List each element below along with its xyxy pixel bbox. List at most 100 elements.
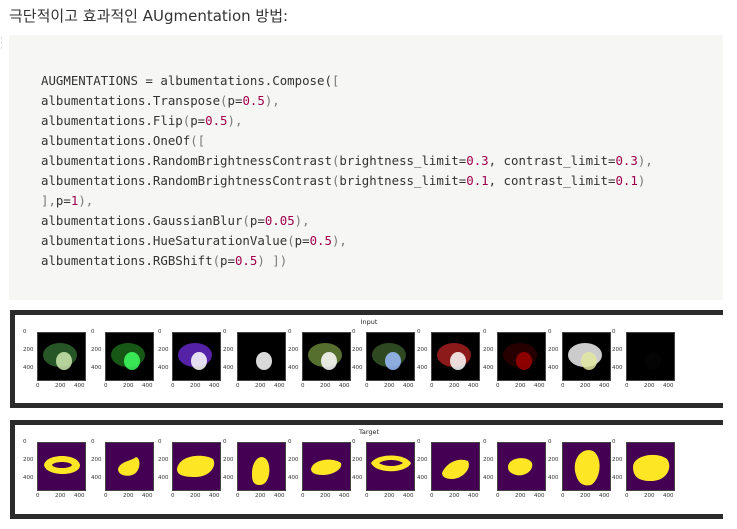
y-tick-label: 0 xyxy=(288,439,292,445)
code-token: ( xyxy=(220,93,228,108)
x-tick-label: 0 xyxy=(171,493,175,499)
y-tick-label: 200 xyxy=(483,457,494,463)
x-tick-label: 200 xyxy=(320,383,331,389)
x-tick-label: 0 xyxy=(561,383,565,389)
x-tick-label: 400 xyxy=(599,493,610,499)
code-token: 0.1 xyxy=(466,173,489,188)
code-block: AUGMENTATIONS = albumentations.Compose([… xyxy=(9,35,723,300)
input-image-tile xyxy=(105,332,154,381)
y-tick-label: 400 xyxy=(352,365,363,371)
y-tick-label: 400 xyxy=(612,365,623,371)
code-token: albumentations.OneOf xyxy=(41,133,191,148)
code-token: albumentations.Flip xyxy=(41,113,183,128)
y-tick-label: 400 xyxy=(158,475,169,481)
code-token: ], xyxy=(41,193,56,208)
code-token: p= xyxy=(227,93,243,108)
code-token: ), xyxy=(331,233,347,248)
x-tick-label: 400 xyxy=(534,493,545,499)
y-tick-label: 200 xyxy=(158,347,169,353)
x-tick-label: 0 xyxy=(301,493,305,499)
augmented-image xyxy=(503,343,537,370)
y-tick-label: 400 xyxy=(158,365,169,371)
y-tick-label: 0 xyxy=(548,329,552,335)
code-token: ([ xyxy=(190,133,206,148)
y-tick-label: 200 xyxy=(288,457,299,463)
augmented-image xyxy=(243,343,277,370)
mask-shape xyxy=(311,459,342,475)
y-tick-label: 0 xyxy=(158,329,162,335)
x-tick-label: 400 xyxy=(403,383,414,389)
y-tick-label: 400 xyxy=(91,475,102,481)
x-tick-label: 200 xyxy=(515,493,526,499)
x-tick-label: 200 xyxy=(255,493,266,499)
code-token: albumentations.RandomBrightnessContrast xyxy=(41,153,332,168)
x-tick-label: 0 xyxy=(430,383,434,389)
y-tick-label: 400 xyxy=(223,475,234,481)
y-tick-label: 0 xyxy=(417,439,421,445)
input-image-tile xyxy=(172,332,221,381)
code-line: albumentations.RGBShift(p=0.5) ]) xyxy=(41,251,653,271)
x-tick-label: 200 xyxy=(384,383,395,389)
x-tick-label: 200 xyxy=(449,383,460,389)
y-tick-label: 400 xyxy=(288,475,299,481)
code-token: 0.5 xyxy=(205,113,228,128)
x-tick-label: 0 xyxy=(104,383,108,389)
y-tick-label: 200 xyxy=(548,457,559,463)
input-image-tile xyxy=(431,332,480,381)
code-token: ), xyxy=(294,213,310,228)
y-tick-label: 0 xyxy=(352,439,356,445)
x-tick-label: 0 xyxy=(171,383,175,389)
augmented-image xyxy=(178,343,212,370)
x-tick-label: 200 xyxy=(255,383,266,389)
code-token: p= xyxy=(190,113,206,128)
y-tick-label: 400 xyxy=(288,365,299,371)
y-tick-label: 400 xyxy=(483,475,494,481)
target-image-tile xyxy=(497,442,546,491)
x-tick-label: 200 xyxy=(320,493,331,499)
augmented-image xyxy=(568,343,602,370)
code-token: ) ]) xyxy=(257,253,288,268)
y-tick-label: 400 xyxy=(91,365,102,371)
x-tick-label: 400 xyxy=(468,493,479,499)
code-line: albumentations.GaussianBlur(p=0.05), xyxy=(41,211,653,231)
y-tick-label: 0 xyxy=(23,329,27,335)
x-tick-label: 200 xyxy=(123,493,134,499)
x-tick-label: 200 xyxy=(55,493,66,499)
code-token: albumentations.RandomBrightnessContrast xyxy=(41,173,332,188)
target-image-tile xyxy=(172,442,221,491)
y-tick-label: 400 xyxy=(417,365,428,371)
mask-shape xyxy=(574,450,600,486)
code-token: , contrast_limit= xyxy=(488,173,616,188)
target-figure-title: Target xyxy=(358,428,380,436)
x-tick-label: 0 xyxy=(561,493,565,499)
y-tick-label: 0 xyxy=(158,439,162,445)
y-tick-label: 200 xyxy=(612,457,623,463)
y-tick-label: 200 xyxy=(483,347,494,353)
input-image-tile xyxy=(562,332,611,381)
x-tick-label: 400 xyxy=(274,493,285,499)
input-image-tile xyxy=(37,332,86,381)
target-image-tile xyxy=(105,442,154,491)
x-tick-label: 200 xyxy=(123,383,134,389)
x-tick-label: 0 xyxy=(496,493,500,499)
x-tick-label: 0 xyxy=(301,383,305,389)
code-text: AUGMENTATIONS = albumentations.Compose([… xyxy=(41,71,653,271)
x-tick-label: 0 xyxy=(36,493,40,499)
code-token: albumentations.Transpose xyxy=(41,93,221,108)
code-token: ( xyxy=(287,233,295,248)
y-tick-label: 0 xyxy=(483,329,487,335)
code-token: 0.5 xyxy=(242,93,265,108)
y-tick-label: 200 xyxy=(23,347,34,353)
code-token: ( xyxy=(242,213,250,228)
y-tick-label: 200 xyxy=(91,457,102,463)
input-image-tile xyxy=(237,332,286,381)
y-tick-label: 0 xyxy=(288,329,292,335)
x-tick-label: 200 xyxy=(190,493,201,499)
drag-handle-icon[interactable]: · · · xyxy=(0,35,6,54)
code-token: brightness_limit= xyxy=(339,153,467,168)
x-tick-label: 400 xyxy=(209,383,220,389)
code-token: p= xyxy=(249,213,265,228)
augmented-image xyxy=(111,343,145,370)
y-tick-label: 200 xyxy=(548,347,559,353)
code-line: albumentations.RandomBrightnessContrast(… xyxy=(41,171,653,191)
